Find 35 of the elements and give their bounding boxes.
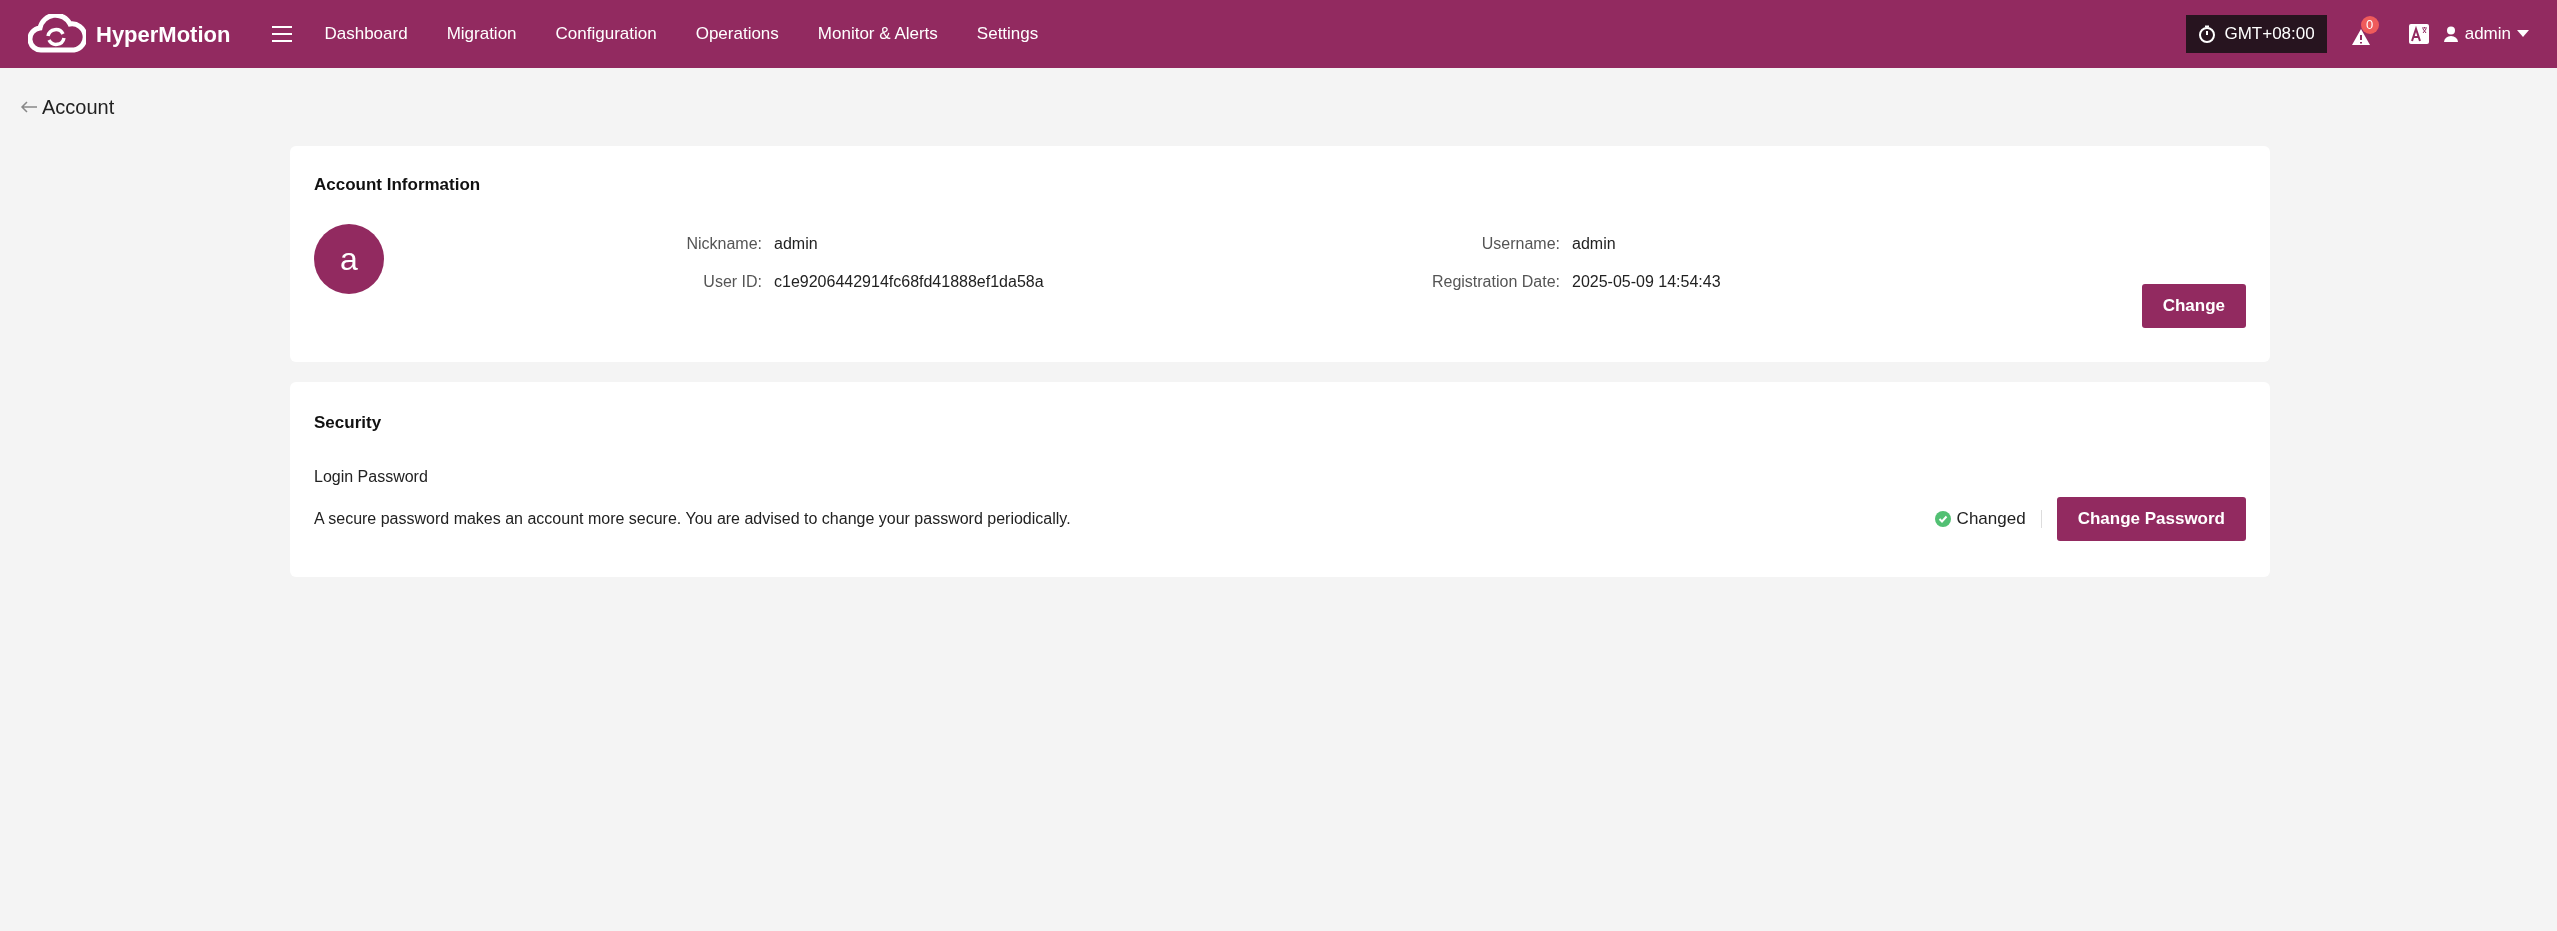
item-title: Login Password	[314, 467, 429, 487]
field-label: User ID:	[702, 271, 763, 292]
nav-link[interactable]: Monitor & Alerts	[817, 21, 938, 47]
nav-link[interactable]: Dashboard	[324, 21, 408, 47]
caret-icon	[2517, 30, 2529, 38]
translate-icon[interactable]	[2408, 24, 2429, 44]
timezone-button[interactable]: GMT+08:00	[2186, 15, 2327, 53]
card-title: Security	[314, 411, 383, 434]
back-link[interactable]: Account	[20, 92, 115, 122]
alert-count-badge: 0	[2360, 16, 2379, 34]
description-text: A secure password makes an account more secure. You are advised to change your password periodically.	[314, 509, 1071, 529]
brand-name: HyperMotion	[96, 20, 231, 49]
nav-link[interactable]: Migration	[446, 21, 517, 47]
nav-link[interactable]: Configuration	[555, 21, 657, 47]
cloud-logo-icon	[28, 14, 86, 54]
card-title: Account Information	[314, 174, 482, 196]
back-arrow-icon	[20, 101, 38, 113]
change-password-button[interactable]: Change Password	[2056, 497, 2246, 541]
field-value: admin	[1572, 233, 1617, 254]
warning-icon	[2350, 28, 2371, 46]
field-value: 2025-05-09 14:54:43	[1572, 271, 1722, 292]
user-icon	[2442, 26, 2459, 42]
field-value: admin	[774, 233, 819, 254]
stopwatch-icon	[2198, 25, 2217, 43]
field-value: c1e9206442914fc68fd41888ef1da58a	[774, 271, 1045, 292]
nav-link[interactable]: Operations	[695, 21, 779, 47]
menu-icon[interactable]	[272, 26, 293, 42]
field-label: Nickname:	[685, 233, 763, 254]
field-label: Username:	[1480, 233, 1561, 254]
change-button[interactable]: Change	[2141, 283, 2246, 328]
check-circle-icon	[1934, 511, 1951, 527]
user-menu[interactable]: admin	[2442, 21, 2529, 47]
field-label: Registration Date:	[1430, 271, 1561, 292]
status-text: Changed	[1956, 508, 2026, 531]
nav-link[interactable]: Settings	[976, 21, 1039, 47]
